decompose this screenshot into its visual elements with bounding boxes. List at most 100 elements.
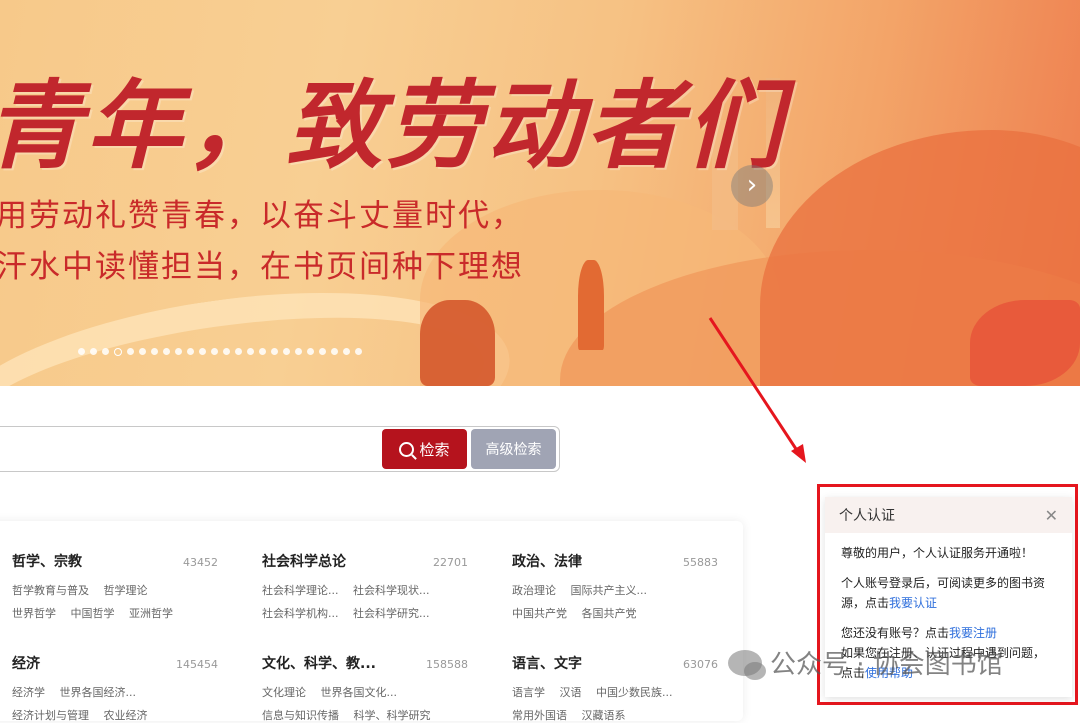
subcategory-link[interactable]: 国际共产主义... (571, 584, 648, 597)
subcategory-link[interactable]: 常用外国语 (512, 709, 567, 722)
carousel-dot[interactable] (211, 348, 218, 355)
search-input[interactable] (1, 435, 365, 463)
subcategory-link[interactable]: 文化理论 (262, 686, 306, 699)
subcategory-link[interactable]: 语言学 (512, 686, 545, 699)
category-count: 55883 (683, 556, 718, 569)
category-name[interactable]: 政治、法律 (512, 551, 582, 571)
subcategory-row: 哲学教育与普及 哲学理论 (12, 582, 218, 598)
subcategory-row: 经济计划与管理 农业经济 (12, 707, 218, 723)
banner-title: 青年，致劳动者们 (0, 69, 786, 182)
carousel-dot[interactable] (163, 348, 170, 355)
carousel-dot[interactable] (283, 348, 290, 355)
watermark-text: 公众号 · 协会图书馆 (770, 650, 1003, 680)
carousel-dot[interactable] (223, 348, 230, 355)
carousel-dot[interactable] (331, 348, 338, 355)
subcategory-row: 社会科学理论... 社会科学现状... (262, 582, 468, 598)
banner-soldier-figure (578, 260, 604, 350)
carousel-dot[interactable] (175, 348, 182, 355)
category-name[interactable]: 文化、科学、教... (262, 653, 376, 673)
carousel-dot[interactable] (78, 348, 85, 355)
subcategory-link[interactable]: 汉语 (560, 686, 582, 699)
popup-register-paragraph: 您还没有账号？点击我要注册 (841, 623, 1056, 643)
category-name[interactable]: 经济 (12, 653, 40, 673)
carousel-dot[interactable] (127, 348, 134, 355)
category-card[interactable]: 经济 145454 经济学 世界各国经济... 经济计划与管理 农业经济 (12, 653, 218, 723)
subcategory-row: 常用外国语 汉藏语系 (512, 707, 718, 723)
search-icon (399, 441, 415, 457)
carousel-dot[interactable] (199, 348, 206, 355)
category-card[interactable]: 哲学、宗教 43452 哲学教育与普及 哲学理论 世界哲学 中国哲学 亚洲哲学 (12, 551, 218, 621)
banner-carousel[interactable]: 青年，致劳动者们 用劳动礼赞青春，以奋斗丈量时代， 汗水中读懂担当，在书页间种下… (0, 0, 1080, 386)
subcategory-link[interactable]: 世界各国经济... (60, 686, 137, 699)
category-card[interactable]: 语言、文字 63076 语言学 汉语 中国少数民族... 常用外国语 汉藏语系 (512, 653, 718, 723)
banner-slogan-line-2: 汗水中读懂担当，在书页间种下理想 (0, 249, 524, 285)
subcategory-row: 文化理论 世界各国文化... (262, 684, 468, 700)
subcategory-link[interactable]: 哲学教育与普及 (12, 584, 89, 597)
carousel-dot[interactable] (102, 348, 109, 355)
subcategory-link[interactable]: 社会科学机构... (262, 607, 339, 620)
category-count: 158588 (426, 658, 468, 671)
banner-flower-decoration (970, 300, 1080, 386)
popup-register-text: 您还没有账号？点击 (841, 626, 950, 640)
carousel-dot[interactable] (114, 348, 122, 356)
subcategory-link[interactable]: 科学、科学研究 (354, 709, 431, 722)
subcategory-link[interactable]: 农业经济 (104, 709, 148, 722)
popup-login-paragraph: 个人账号登录后，可阅读更多的图书资源，点击我要认证 (841, 573, 1056, 613)
subcategory-link[interactable]: 中国共产党 (512, 607, 567, 620)
carousel-dot[interactable] (151, 348, 158, 355)
search-button-label: 检索 (419, 440, 450, 459)
banner-slogan-line-1: 用劳动礼赞青春，以奋斗丈量时代， (0, 198, 524, 234)
subcategory-link[interactable]: 社会科学研究... (353, 607, 430, 620)
advanced-search-label: 高级检索 (485, 442, 542, 458)
carousel-dot[interactable] (271, 348, 278, 355)
subcategory-row: 中国共产党 各国共产党 (512, 605, 718, 621)
subcategory-link[interactable]: 经济学 (12, 686, 45, 699)
verify-link[interactable]: 我要认证 (889, 596, 937, 610)
advanced-search-button[interactable]: 高级检索 (471, 429, 556, 469)
category-card[interactable]: 文化、科学、教... 158588 文化理论 世界各国文化... 信息与知识传播… (262, 653, 468, 723)
subcategory-link[interactable]: 世界各国文化... (321, 686, 398, 699)
carousel-dot[interactable] (139, 348, 146, 355)
banner-worker-figure (420, 300, 495, 386)
carousel-dot[interactable] (247, 348, 254, 355)
register-link[interactable]: 我要注册 (949, 626, 997, 640)
chevron-right-icon[interactable]: › (731, 165, 773, 207)
category-name[interactable]: 哲学、宗教 (12, 551, 82, 571)
category-count: 22701 (433, 556, 468, 569)
subcategory-link[interactable]: 世界哲学 (12, 607, 56, 620)
wechat-icon (728, 649, 766, 680)
carousel-dot[interactable] (90, 348, 97, 355)
close-icon[interactable]: ✕ (1045, 506, 1058, 525)
category-panel: 哲学、宗教 43452 哲学教育与普及 哲学理论 世界哲学 中国哲学 亚洲哲学 … (0, 521, 743, 723)
search-button[interactable]: 检索 (382, 429, 467, 469)
carousel-dot[interactable] (235, 348, 242, 355)
popup-login-text: 个人账号登录后，可阅读更多的图书资源，点击 (841, 576, 1046, 610)
carousel-dot[interactable] (307, 348, 314, 355)
carousel-dot[interactable] (319, 348, 326, 355)
popup-greeting: 尊敬的用户，个人认证服务开通啦！ (841, 546, 1034, 560)
category-name[interactable]: 语言、文字 (512, 653, 582, 673)
subcategory-link[interactable]: 信息与知识传播 (262, 709, 339, 722)
carousel-dot[interactable] (259, 348, 266, 355)
category-name[interactable]: 社会科学总论 (262, 551, 346, 571)
subcategory-link[interactable]: 哲学理论 (104, 584, 148, 597)
subcategory-row: 社会科学机构... 社会科学研究... (262, 605, 468, 621)
subcategory-link[interactable]: 各国共产党 (582, 607, 637, 620)
category-card[interactable]: 社会科学总论 22701 社会科学理论... 社会科学现状... 社会科学机构.… (262, 551, 468, 621)
subcategory-link[interactable]: 亚洲哲学 (129, 607, 173, 620)
subcategory-link[interactable]: 经济计划与管理 (12, 709, 89, 722)
subcategory-link[interactable]: 社会科学理论... (262, 584, 339, 597)
subcategory-link[interactable]: 中国少数民族... (596, 686, 673, 699)
subcategory-row: 政治理论 国际共产主义... (512, 582, 718, 598)
carousel-dot[interactable] (187, 348, 194, 355)
carousel-dot[interactable] (355, 348, 362, 355)
subcategory-row: 经济学 世界各国经济... (12, 684, 218, 700)
subcategory-link[interactable]: 政治理论 (512, 584, 556, 597)
category-card[interactable]: 政治、法律 55883 政治理论 国际共产主义... 中国共产党 各国共产党 (512, 551, 718, 621)
subcategory-link[interactable]: 汉藏语系 (582, 709, 626, 722)
subcategory-link[interactable]: 中国哲学 (71, 607, 115, 620)
subcategory-link[interactable]: 社会科学现状... (353, 584, 430, 597)
category-count: 145454 (176, 658, 218, 671)
carousel-dot[interactable] (343, 348, 350, 355)
carousel-dot[interactable] (295, 348, 302, 355)
